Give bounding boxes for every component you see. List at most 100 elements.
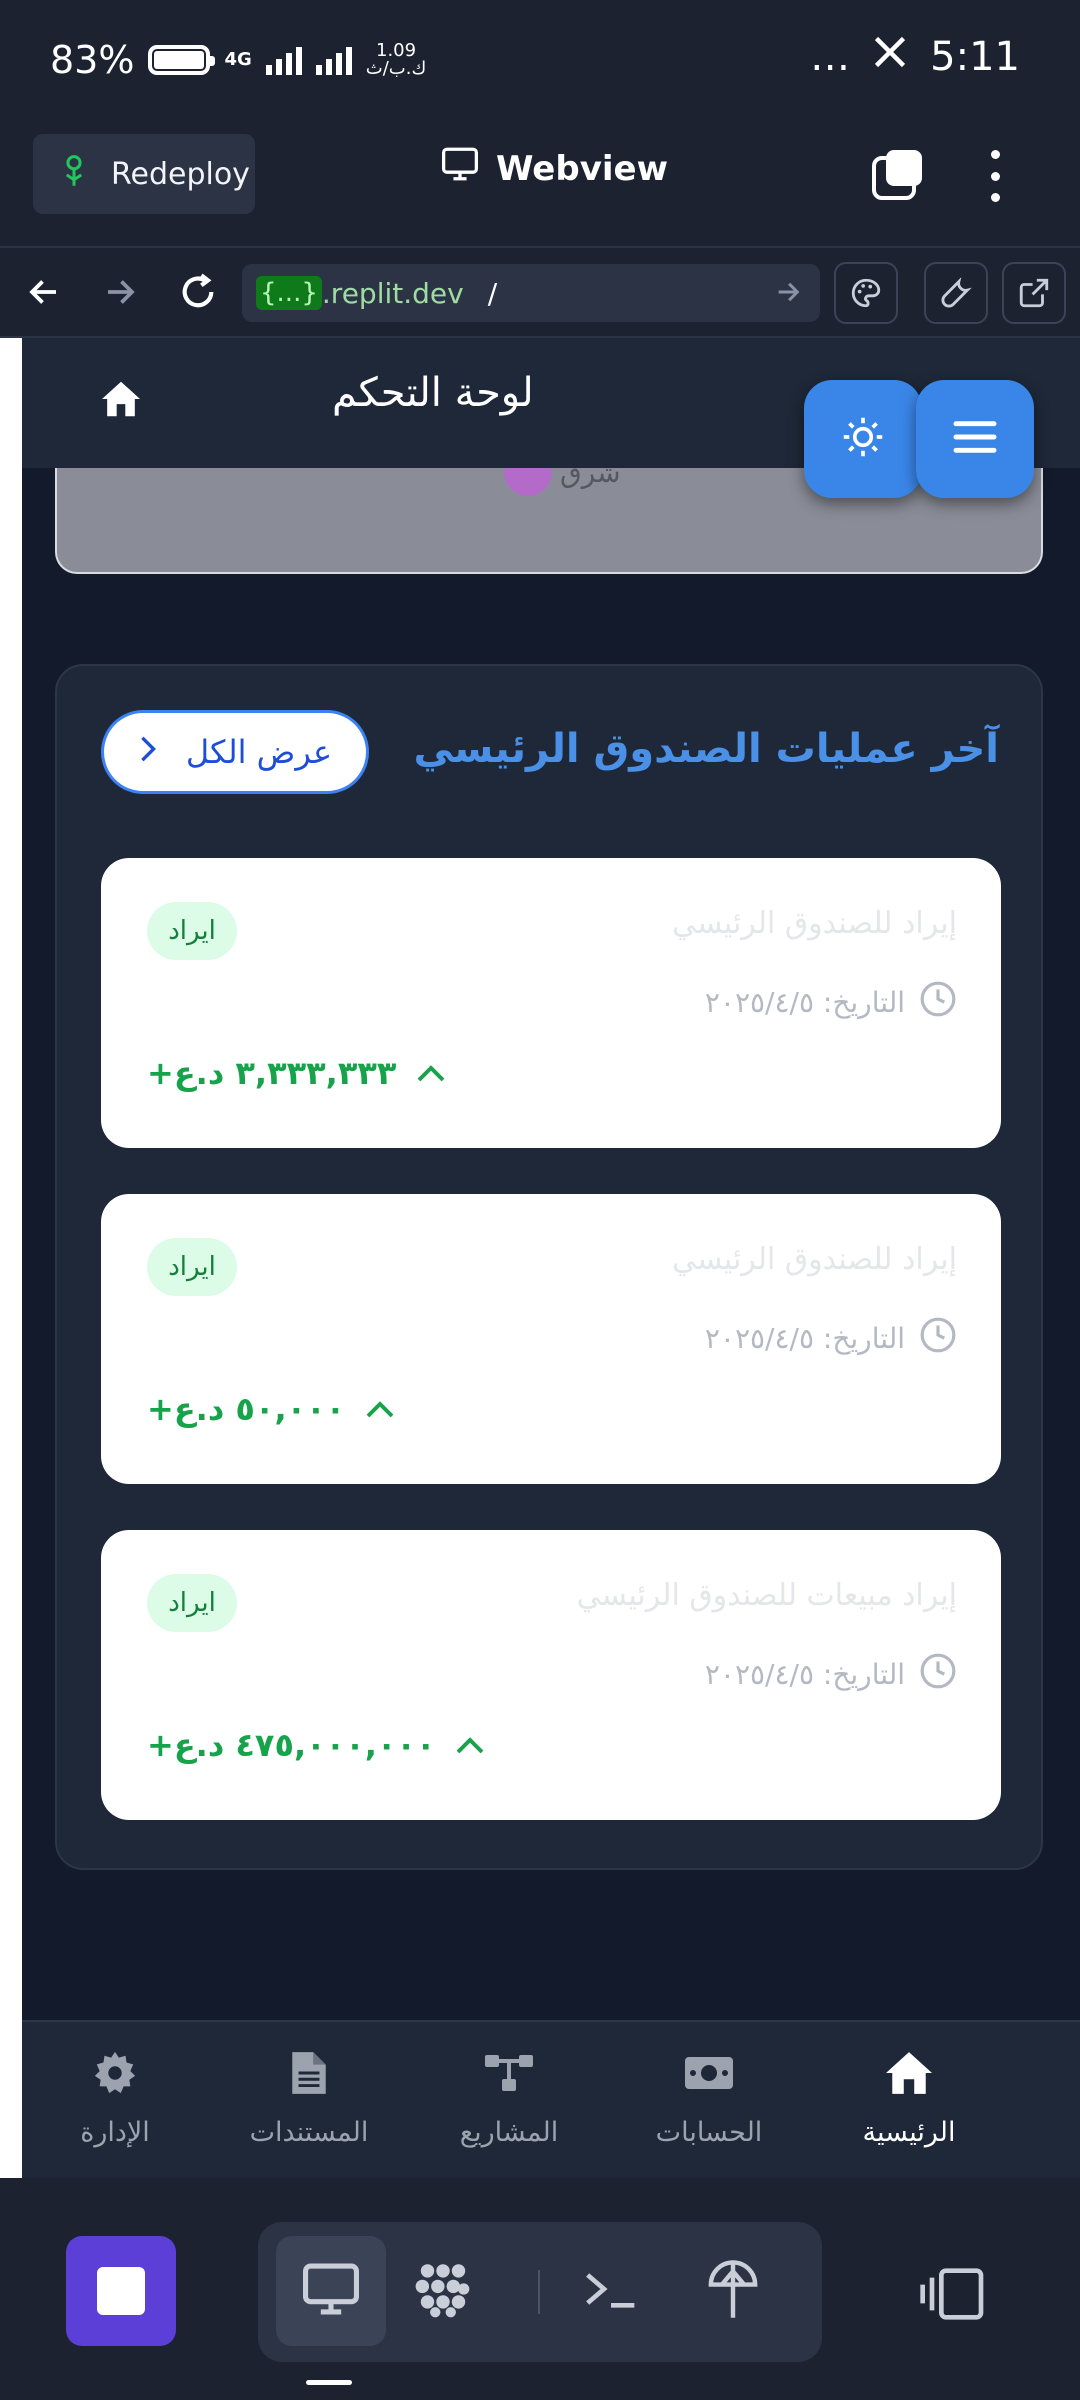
transaction-card[interactable]: إيراد للصندوق الرئيسي التاريخ: ٢٠٢٥/٤/٥ …	[101, 1194, 1001, 1484]
webview-tab-title: Webview	[440, 146, 668, 191]
bottom-navigation: الرئيسية الحسابات المشاريع المستندات الإ…	[22, 2020, 1080, 2178]
deploy-tool-button[interactable]	[678, 2236, 788, 2346]
url-badge: {...}	[256, 276, 322, 310]
nav-label: الحسابات	[655, 2117, 763, 2148]
webview-label: Webview	[496, 148, 668, 189]
signal-icon-2	[315, 45, 352, 75]
more-menu-icon[interactable]	[980, 146, 1010, 206]
money-icon	[683, 2050, 735, 2103]
network-type: 4G	[224, 49, 252, 70]
forward-arrow-icon[interactable]	[92, 264, 148, 320]
redeploy-button[interactable]: Redeploy	[33, 134, 255, 214]
webview: لوحة التحكم شرق آخر عمليات الصندوق الرئي…	[0, 338, 1080, 2178]
nav-item-home[interactable]: الرئيسية	[814, 2050, 1004, 2148]
stop-icon	[97, 2267, 145, 2315]
monitor-icon	[300, 2261, 362, 2321]
transaction-type-badge: ايراد	[147, 1574, 237, 1632]
view-all-button[interactable]: عرض الكل	[101, 710, 369, 794]
home-icon	[883, 2050, 935, 2103]
stop-button[interactable]	[66, 2236, 176, 2346]
nav-label: الرئيسية	[862, 2117, 956, 2148]
url-toolbar: {...} .replit.dev /	[0, 246, 1080, 338]
clock-icon	[919, 1652, 957, 1697]
avatar	[504, 468, 552, 496]
arrow-up-icon	[365, 1390, 395, 1428]
nav-item-admin[interactable]: الإدارة	[20, 2050, 210, 2148]
transaction-amount: +٤٧٥,٠٠٠,٠٠٠ د.ع	[147, 1726, 485, 1764]
status-left: 83% 4G 1.09 ك.ب/ث	[50, 38, 426, 82]
deploy-icon	[705, 2258, 761, 2324]
redeploy-label: Redeploy	[111, 156, 250, 192]
transaction-date: التاريخ: ٢٠٢٥/٤/٥	[705, 1316, 957, 1361]
toolbar-divider	[538, 2270, 540, 2314]
signal-icon	[265, 45, 302, 75]
transaction-date-text: التاريخ: ٢٠٢٥/٤/٥	[704, 1658, 905, 1691]
hamburger-icon	[952, 418, 998, 460]
amount-value: +٣,٣٣٣,٣٣٣ د.ع	[147, 1054, 397, 1092]
webview-tool-button[interactable]	[276, 2236, 386, 2346]
more-notifications: …	[810, 34, 851, 80]
monitor-icon	[440, 146, 480, 191]
panel-title: آخر عمليات الصندوق الرئيسي	[413, 726, 999, 772]
url-path: /	[487, 276, 498, 310]
clock: 5:11	[930, 34, 1020, 80]
replit-bottom-toolbar	[0, 2178, 1080, 2400]
transaction-type-badge: ايراد	[147, 902, 237, 960]
transaction-date: التاريخ: ٢٠٢٥/٤/٥	[705, 1652, 957, 1697]
palette-icon[interactable]	[834, 262, 898, 324]
amount-value: +٤٧٥,٠٠٠,٠٠٠ د.ع	[147, 1726, 436, 1764]
tool-group	[258, 2222, 822, 2362]
transaction-description: إيراد مبيعات للصندوق الرئيسي	[576, 1578, 957, 1613]
transaction-date: التاريخ: ٢٠٢٥/٤/٥	[705, 980, 957, 1025]
menu-button[interactable]	[916, 380, 1034, 498]
battery-icon	[148, 45, 216, 75]
amount-value: +٥٠,٠٠٠ د.ع	[147, 1390, 346, 1428]
shell-tool-button[interactable]	[556, 2236, 666, 2346]
external-link-icon[interactable]	[1002, 262, 1066, 324]
arrow-up-icon	[455, 1726, 485, 1764]
nav-label: المستندات	[249, 2117, 369, 2148]
nav-item-documents[interactable]: المستندات	[214, 2050, 404, 2148]
transaction-date-text: التاريخ: ٢٠٢٥/٤/٥	[704, 986, 905, 1019]
gear-icon	[92, 2050, 138, 2103]
tabs-switcher-icon[interactable]	[872, 148, 924, 200]
recent-transactions-panel: آخر عمليات الصندوق الرئيسي عرض الكل إيرا…	[55, 664, 1043, 1870]
webview-left-edge	[0, 338, 22, 2178]
apps-tool-button[interactable]	[388, 2236, 498, 2346]
url-input[interactable]: {...} .replit.dev /	[242, 264, 820, 322]
home-icon[interactable]	[100, 380, 142, 422]
transaction-card[interactable]: إيراد مبيعات للصندوق الرئيسي التاريخ: ٢٠…	[101, 1530, 1001, 1820]
clock-icon	[919, 1316, 957, 1361]
status-bar: 83% 4G 1.09 ك.ب/ث … 5:11	[0, 0, 1080, 128]
panel-toggle-icon[interactable]	[920, 2266, 986, 2326]
app-root: لوحة التحكم شرق آخر عمليات الصندوق الرئي…	[22, 338, 1080, 2178]
transaction-card[interactable]: إيراد للصندوق الرئيسي التاريخ: ٢٠٢٥/٤/٥ …	[101, 858, 1001, 1148]
terminal-icon	[583, 2267, 639, 2315]
document-icon	[289, 2050, 329, 2103]
page-title: لوحة التحكم	[332, 370, 534, 416]
status-right: … 5:11	[810, 34, 1020, 80]
transaction-amount: +٥٠,٠٠٠ د.ع	[147, 1390, 395, 1428]
replit-top-bar: Redeploy Webview	[0, 128, 1080, 246]
nav-item-projects[interactable]: المشاريع	[414, 2050, 604, 2148]
sitemap-icon	[483, 2050, 535, 2103]
nav-item-accounts[interactable]: الحسابات	[614, 2050, 804, 2148]
chevron-right-icon	[138, 733, 158, 771]
deploy-icon	[59, 153, 89, 195]
theme-toggle-button[interactable]	[804, 380, 922, 498]
x-app-icon	[872, 34, 908, 80]
arrow-up-icon	[416, 1054, 446, 1092]
nav-label: المشاريع	[459, 2117, 559, 2148]
back-arrow-icon[interactable]	[16, 264, 72, 320]
go-arrow-icon[interactable]	[774, 278, 802, 313]
transaction-amount: +٣,٣٣٣,٣٣٣ د.ع	[147, 1054, 446, 1092]
reload-icon[interactable]	[170, 264, 226, 320]
view-all-label: عرض الكل	[185, 733, 333, 771]
nav-label: الإدارة	[80, 2117, 150, 2148]
wrench-icon[interactable]	[924, 262, 988, 324]
clock-icon	[919, 980, 957, 1025]
url-host: .replit.dev	[321, 276, 464, 310]
previous-card-text: شرق	[560, 468, 621, 489]
home-indicator[interactable]	[306, 2380, 352, 2385]
transaction-date-text: التاريخ: ٢٠٢٥/٤/٥	[704, 1322, 905, 1355]
